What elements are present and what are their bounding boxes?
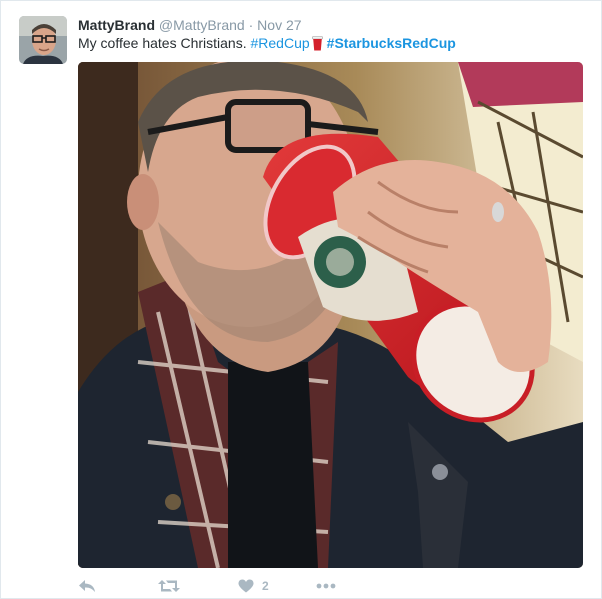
avatar-image bbox=[19, 16, 67, 64]
reply-button[interactable] bbox=[78, 579, 158, 593]
like-button[interactable]: 2 bbox=[238, 579, 316, 593]
author-handle[interactable]: @MattyBrand bbox=[159, 17, 245, 33]
retweet-button[interactable] bbox=[158, 579, 238, 593]
retweet-icon bbox=[158, 580, 180, 592]
tweet-text-body: My coffee hates Christians. bbox=[78, 35, 247, 51]
more-icon bbox=[316, 583, 336, 589]
avatar[interactable] bbox=[19, 16, 67, 64]
reply-icon bbox=[79, 580, 95, 592]
photo-image bbox=[78, 62, 583, 568]
hashtag-redcup[interactable]: #RedCup bbox=[251, 35, 310, 51]
tweet-card[interactable]: MattyBrand @MattyBrand · Nov 27 My coffe… bbox=[0, 0, 602, 599]
more-button[interactable] bbox=[316, 583, 336, 589]
tweet-header: MattyBrand @MattyBrand · Nov 27 bbox=[78, 16, 302, 34]
author-name[interactable]: MattyBrand bbox=[78, 17, 155, 33]
red-cup-icon bbox=[311, 36, 323, 55]
tweet-text: My coffee hates Christians. #RedCup #Star… bbox=[78, 34, 456, 55]
hashtag-starbucksredcup[interactable]: #StarbucksRedCup bbox=[327, 35, 456, 51]
tweet-timestamp[interactable]: Nov 27 bbox=[257, 17, 301, 33]
like-count: 2 bbox=[262, 579, 269, 593]
meta-separator: · bbox=[248, 17, 254, 33]
tweet-photo[interactable] bbox=[78, 62, 583, 568]
heart-icon bbox=[238, 579, 254, 593]
tweet-actions: 2 bbox=[78, 575, 336, 597]
